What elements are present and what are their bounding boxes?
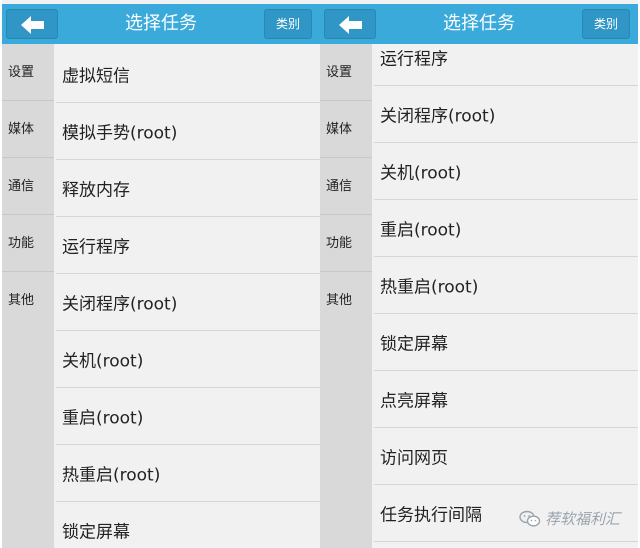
sidebar-item-function[interactable]: 功能 — [2, 215, 54, 272]
task-list: 运行程序 关闭程序(root) 关机(root) 重启(root) 热重启(ro… — [374, 44, 638, 548]
list-item-label: 运行程序 — [62, 237, 130, 258]
page-title: 选择任务 — [443, 13, 515, 34]
list-item-label: 重启(root) — [62, 408, 144, 429]
sidebar-item-function[interactable]: 功能 — [320, 215, 372, 272]
sidebar-item-communication[interactable]: 通信 — [320, 158, 372, 215]
task-panel-right: 选择任务 类别 设置 媒体 通信 功能 其他 运行程序 关闭程序(root) 关… — [320, 0, 638, 548]
task-panel-left: 选择任务 类别 设置 媒体 通信 功能 其他 虚拟短信 模拟手势(root) 释… — [2, 0, 320, 548]
list-item[interactable]: 关闭程序(root) — [374, 86, 638, 143]
list-item[interactable]: 关机(root) — [374, 143, 638, 200]
list-item[interactable]: 运行程序 — [374, 44, 638, 86]
back-button[interactable] — [324, 9, 376, 39]
wechat-icon — [519, 510, 541, 527]
sidebar-item-settings[interactable]: 设置 — [2, 44, 54, 101]
watermark: 荐软福利汇 — [519, 508, 620, 532]
header-bar: 选择任务 类别 — [320, 4, 638, 44]
list-item-label: 锁定屏幕 — [380, 334, 448, 355]
back-arrow-icon — [21, 16, 44, 34]
task-list: 虚拟短信 模拟手势(root) 释放内存 运行程序 关闭程序(root) 关机(… — [56, 44, 320, 548]
page-title: 选择任务 — [125, 13, 197, 34]
list-item[interactable]: 锁定屏幕 — [374, 314, 638, 371]
sidebar-item-other[interactable]: 其他 — [320, 272, 372, 329]
list-item-label: 点亮屏幕 — [380, 391, 448, 412]
list-item-label: 关闭程序(root) — [62, 294, 178, 315]
category-sidebar: 设置 媒体 通信 功能 其他 — [2, 44, 54, 548]
back-button[interactable] — [6, 9, 58, 39]
list-item[interactable]: 热重启(root) — [56, 445, 320, 502]
header-bar: 选择任务 类别 — [2, 4, 320, 44]
list-item-label: 任务执行间隔 — [380, 505, 482, 526]
list-item-label: 热重启(root) — [62, 465, 161, 486]
list-item[interactable]: 重启(root) — [374, 200, 638, 257]
back-arrow-icon — [339, 16, 362, 34]
sidebar-item-communication[interactable]: 通信 — [2, 158, 54, 215]
list-item[interactable]: 访问网页 — [374, 428, 638, 485]
category-button[interactable]: 类别 — [582, 9, 630, 39]
list-item[interactable]: 模拟手势(root) — [56, 103, 320, 160]
list-item-label: 运行程序 — [380, 49, 448, 70]
list-item[interactable]: 虚拟短信 — [56, 46, 320, 103]
category-button[interactable]: 类别 — [264, 9, 312, 39]
sidebar-item-media[interactable]: 媒体 — [320, 101, 372, 158]
list-item[interactable]: 运行程序 — [56, 217, 320, 274]
list-item-label: 关闭程序(root) — [380, 106, 496, 127]
sidebar-item-media[interactable]: 媒体 — [2, 101, 54, 158]
list-item-label: 虚拟短信 — [62, 66, 130, 87]
list-item[interactable]: 释放内存 — [56, 160, 320, 217]
list-item[interactable]: 关机(root) — [56, 331, 320, 388]
list-item[interactable]: 重启(root) — [56, 388, 320, 445]
list-item[interactable]: 热重启(root) — [374, 257, 638, 314]
category-sidebar: 设置 媒体 通信 功能 其他 — [320, 44, 372, 548]
watermark-text: 荐软福利汇 — [544, 510, 620, 528]
list-item-label: 关机(root) — [62, 351, 144, 372]
list-item-label: 访问网页 — [380, 448, 448, 469]
list-item-label: 释放内存 — [62, 180, 130, 201]
sidebar-item-settings[interactable]: 设置 — [320, 44, 372, 101]
list-item[interactable]: 点亮屏幕 — [374, 371, 638, 428]
list-item-label: 热重启(root) — [380, 277, 479, 298]
list-item-label: 锁定屏幕 — [62, 522, 130, 543]
list-item[interactable]: 关闭程序(root) — [56, 274, 320, 331]
sidebar-item-other[interactable]: 其他 — [2, 272, 54, 329]
list-item[interactable]: 锁定屏幕 — [56, 502, 320, 548]
list-item-label: 模拟手势(root) — [62, 123, 178, 144]
list-item-label: 关机(root) — [380, 163, 462, 184]
list-item-label: 重启(root) — [380, 220, 462, 241]
